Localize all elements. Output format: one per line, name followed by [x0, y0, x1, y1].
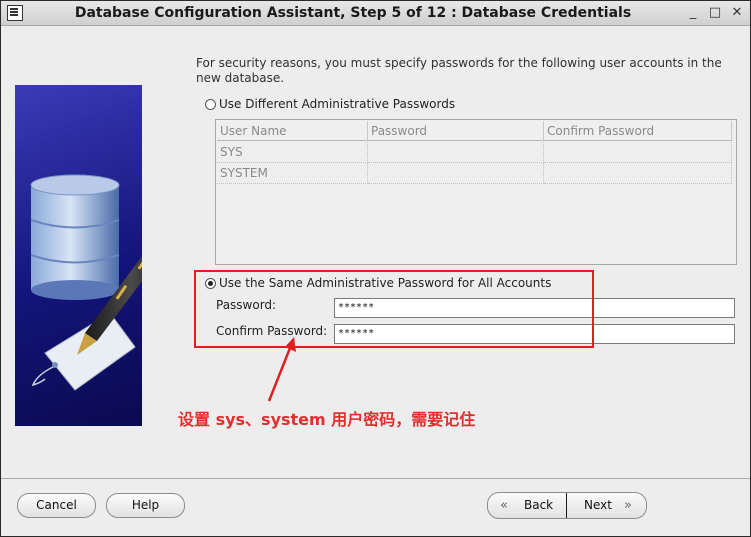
- title-bar: Database Configuration Assistant, Step 5…: [1, 1, 750, 26]
- close-button[interactable]: ✕: [728, 4, 746, 22]
- back-button[interactable]: Back: [524, 493, 553, 518]
- window-title: Database Configuration Assistant, Step 5…: [74, 5, 632, 21]
- table-cell-user: SYS: [217, 142, 368, 163]
- intro-text: For security reasons, you must specify p…: [196, 56, 722, 85]
- column-header-user-name: User Name: [217, 121, 368, 141]
- different-passwords-label[interactable]: Use Different Administrative Passwords: [219, 97, 455, 111]
- maximize-button[interactable]: □: [706, 4, 724, 22]
- column-header-confirm-password: Confirm Password: [544, 121, 732, 141]
- table-cell-user: SYSTEM: [217, 163, 368, 184]
- cancel-button[interactable]: Cancel: [17, 493, 96, 518]
- tag-icon: [31, 312, 136, 391]
- nav-separator: [566, 493, 567, 518]
- annotation-text: 设置 sys、system 用户密码，需要记住: [178, 410, 476, 429]
- annotation-arrow-icon: [267, 337, 296, 402]
- back-arrow-icon: «: [500, 498, 508, 513]
- footer-divider: [1, 478, 750, 479]
- annotation-highlight-box: [194, 270, 594, 348]
- column-header-password: Password: [368, 121, 544, 141]
- wizard-illustration: [15, 85, 177, 426]
- dbca-window: Database Configuration Assistant, Step 5…: [0, 0, 751, 537]
- table-cell-confirm: [544, 163, 732, 184]
- user-password-table: User Name Password Confirm Password SYS …: [215, 119, 737, 265]
- table-cell-password: [368, 163, 544, 184]
- database-illustration: [30, 174, 177, 391]
- navigation-buttons: « Back Next »: [487, 492, 647, 519]
- help-button[interactable]: Help: [106, 493, 185, 518]
- table-cell-confirm: [544, 142, 732, 163]
- different-passwords-radio[interactable]: [205, 99, 216, 110]
- next-arrow-icon: »: [624, 498, 632, 513]
- database-cylinder-icon: [30, 174, 120, 300]
- next-button[interactable]: Next: [584, 493, 612, 518]
- minimize-button[interactable]: _: [684, 4, 702, 22]
- table-cell-password: [368, 142, 544, 163]
